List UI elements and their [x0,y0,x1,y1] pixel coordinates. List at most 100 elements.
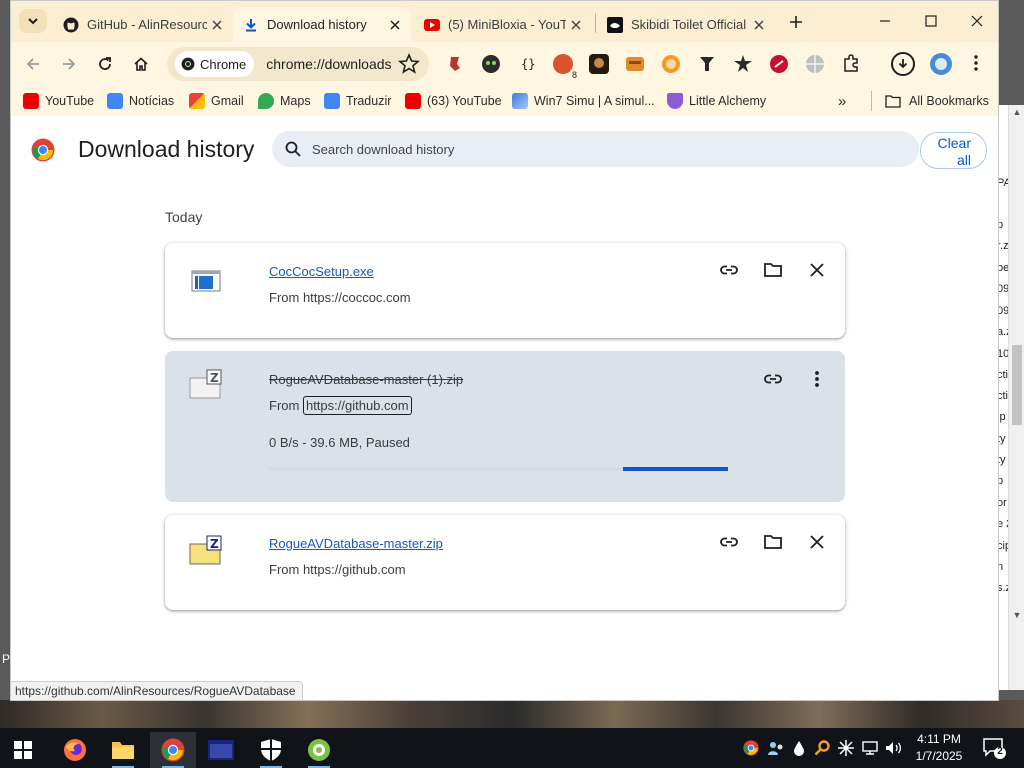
desktop-text-fragment: P [2,652,11,666]
close-icon[interactable] [207,15,227,35]
extension-icon[interactable] [445,54,465,74]
omnibox[interactable]: Chrome chrome://downloads [167,47,429,81]
scroll-up-icon[interactable]: ▲ [1009,107,1024,117]
tab-minibloxia[interactable]: (5) MiniBloxia - YouTube [414,7,592,42]
tray-network-people[interactable] [766,738,786,758]
extension-icon[interactable] [733,54,753,74]
forward-icon [63,58,76,70]
tray-chrome[interactable] [741,738,761,758]
chrome-logo-icon [181,57,195,71]
extension-icon[interactable] [589,54,609,74]
all-bookmarks-button[interactable]: All Bookmarks [885,92,989,110]
download-file-link[interactable]: CocCocSetup.exe [269,264,374,279]
tray-network[interactable] [860,738,880,758]
taskbar-chrome[interactable] [150,732,196,768]
search-box[interactable] [272,131,919,167]
scroll-down-icon[interactable]: ▼ [1009,610,1024,620]
system-clock[interactable]: 4:11 PM 1/7/2025 [904,731,974,765]
extension-icon[interactable] [769,54,789,74]
svg-text:{}: {} [521,57,535,71]
tray-sparkle[interactable] [836,738,856,758]
bookmarks-divider [871,91,872,111]
youtube-icon [424,18,440,31]
star-icon[interactable] [397,52,421,76]
tab-skibidi[interactable]: Skibidi Toilet Official [597,7,775,42]
extension-icon[interactable] [697,54,717,74]
extension-icon[interactable] [625,54,645,74]
show-in-folder-button[interactable] [759,256,787,284]
back-button[interactable] [19,50,47,78]
clear-all-button[interactable]: Clear all [920,132,987,169]
show-in-folder-button[interactable] [759,528,787,556]
tray-volume[interactable] [884,738,904,758]
notification-center-button[interactable]: 2 [982,736,1006,760]
more-actions-button[interactable] [803,365,831,393]
tray-drop[interactable] [789,738,809,758]
download-indicator-button[interactable] [891,52,915,76]
bookmark-youtube[interactable]: YouTube [23,92,94,110]
url-text[interactable]: chrome://downloads [266,56,391,72]
bookmark-traduzir[interactable]: Traduzir [324,92,391,110]
download-progress-bar [269,467,728,471]
reload-button[interactable] [91,50,119,78]
remove-download-button[interactable] [803,528,831,556]
bookmark-gmail[interactable]: Gmail [189,92,244,110]
copy-link-button[interactable] [759,365,787,393]
extension-icon[interactable] [805,54,825,74]
close-icon[interactable] [749,15,769,35]
extension-icon[interactable] [481,54,501,74]
volume-icon [886,742,902,754]
taskbar-coccoc[interactable] [296,732,342,768]
new-tab-button[interactable] [783,9,809,35]
site-info-chip[interactable]: Chrome [175,51,255,77]
start-button[interactable] [0,732,46,768]
puzzle-icon[interactable] [841,54,861,74]
bookmark-maps[interactable]: Maps [258,92,311,110]
taskbar-firefox[interactable] [52,732,98,768]
taskbar-file-explorer[interactable] [100,732,146,768]
tab-title: GitHub - AlinResources [87,17,207,32]
copy-link-button[interactable] [715,528,743,556]
download-source-link[interactable]: https://github.com [302,396,412,415]
bookmark-little-alchemy[interactable]: Little Alchemy [667,92,766,110]
tab-separator [595,13,596,33]
extension-icon[interactable]: {} [517,54,537,74]
download-file-link[interactable]: RogueAVDatabase-master.zip [269,536,443,551]
svg-text:Z: Z [210,371,219,385]
folder-icon [764,263,782,277]
coccoc-icon [308,739,330,761]
forward-button[interactable] [55,50,83,78]
extension-icon[interactable]: 8 [553,54,577,80]
copy-link-button[interactable] [715,256,743,284]
bookmarks-overflow-button[interactable]: » [838,92,846,110]
taskbar-security[interactable] [248,732,294,768]
profile-avatar[interactable] [929,52,953,76]
tab-download-history[interactable]: Download history [233,7,411,42]
tray-search[interactable] [812,738,832,758]
home-button[interactable] [127,50,155,78]
tab-search-button[interactable] [19,9,47,33]
download-progress-fill [623,467,728,471]
search-input[interactable] [312,141,872,157]
maximize-button[interactable] [908,1,954,41]
tab-title: Skibidi Toilet Official [631,17,747,32]
bookmark-label: Maps [280,94,311,108]
minimize-button[interactable] [862,1,908,41]
bg-scrollbar[interactable]: ▲ ▼ [1008,105,1024,690]
date-header: Today [165,209,203,225]
search-icon [285,141,301,157]
taskbar-app-window[interactable] [198,732,244,768]
bookmark-win7-simu[interactable]: Win7 Simu | A simul... [512,92,655,110]
tab-github[interactable]: GitHub - AlinResources [53,7,233,42]
bookmark-youtube-63[interactable]: (63) YouTube [405,92,502,110]
scroll-thumb[interactable] [1012,345,1022,425]
bookmark-noticias[interactable]: Notícias [107,92,174,110]
kebab-menu-icon[interactable] [967,54,985,72]
close-window-button[interactable] [954,1,998,41]
close-icon[interactable] [566,15,586,35]
close-icon[interactable] [385,15,405,35]
zip-file-icon: Z [189,369,222,399]
extension-icon[interactable] [661,54,681,74]
remove-download-button[interactable] [803,256,831,284]
maps-icon [258,93,274,109]
